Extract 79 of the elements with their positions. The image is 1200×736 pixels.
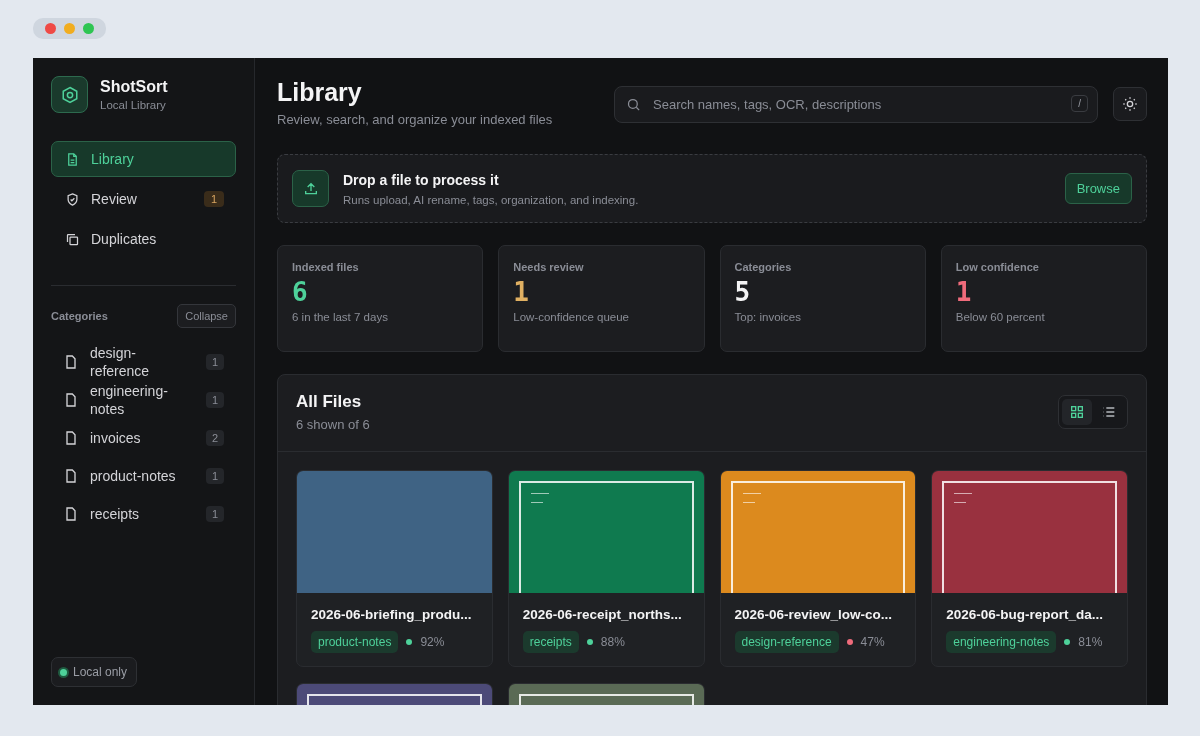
stat-value: 1 xyxy=(955,277,973,307)
confidence-value: 47% xyxy=(860,635,885,649)
file-card[interactable]: 2026-06-receipt_norths... receipts 88% xyxy=(507,470,705,667)
stat-label: Needs review xyxy=(513,261,585,273)
stat-value: 6 xyxy=(292,277,309,307)
drop-zone[interactable]: Drop a file to process it Runs upload, AI rename, tags, organization, and indexing. Browse xyxy=(277,154,1147,223)
nav-item[interactable]: Duplicates xyxy=(51,221,236,257)
collapse-button[interactable]: Collapse xyxy=(177,304,236,328)
stat-label: Low confidence xyxy=(955,261,1040,273)
confidence-value: 88% xyxy=(600,635,625,649)
sun-icon xyxy=(1122,96,1138,112)
category-label: engineering-notes xyxy=(90,382,169,418)
browse-button[interactable]: Browse xyxy=(1064,173,1132,204)
stat-note: Low-confidence queue xyxy=(513,311,630,323)
file-name: 2026-06-review_low-co... xyxy=(734,607,894,622)
category-tag[interactable]: product-notes xyxy=(311,631,399,653)
nav-label: Review xyxy=(91,191,138,207)
category-tag[interactable]: receipts xyxy=(522,631,579,653)
file-icon xyxy=(63,354,79,370)
nav-label: Duplicates xyxy=(91,231,158,247)
confidence-value: 92% xyxy=(420,635,445,649)
stat-label: Categories xyxy=(734,261,793,273)
hexagon-logo-icon xyxy=(51,76,88,113)
nav-label: Library xyxy=(91,151,135,167)
file-card[interactable]: 2026-06-bug-report_da... engineering-notes 81% xyxy=(931,470,1128,667)
stat-value: 5 xyxy=(734,277,752,307)
grid-view-button[interactable] xyxy=(1062,399,1092,425)
category-item[interactable]: receipts 1 xyxy=(51,496,236,532)
stat-value: 1 xyxy=(513,277,530,307)
category-label: product-notes xyxy=(90,467,177,485)
panel-title: All Files xyxy=(296,392,363,412)
app-name: ShotSort xyxy=(100,78,168,96)
grid-icon xyxy=(1069,404,1085,420)
file-name: 2026-06-bug-report_da... xyxy=(946,607,1105,622)
confidence-value: 81% xyxy=(1078,635,1103,649)
drop-title: Drop a file to process it xyxy=(343,171,500,188)
theme-toggle-button[interactable] xyxy=(1113,87,1147,121)
file-icon xyxy=(63,506,79,522)
count-badge: 1 xyxy=(205,506,224,522)
count-badge: 1 xyxy=(205,392,224,408)
count-badge: 2 xyxy=(205,430,224,446)
count-badge: 1 xyxy=(205,354,224,370)
shortcut-key: / xyxy=(1071,95,1088,112)
category-tag[interactable]: design-reference xyxy=(734,631,839,653)
window-controls[interactable] xyxy=(33,18,106,39)
category-item[interactable]: engineering-notes 1 xyxy=(51,382,236,418)
file-icon xyxy=(63,468,79,484)
count-badge: 1 xyxy=(205,468,224,484)
section-title: Categories xyxy=(51,310,108,322)
page-title: Library xyxy=(277,78,363,107)
document-icon xyxy=(65,151,80,167)
category-tag[interactable]: engineering-notes xyxy=(946,631,1057,653)
category-item[interactable]: product-notes 1 xyxy=(51,458,236,494)
stat-label: Indexed files xyxy=(292,261,360,273)
file-icon xyxy=(63,430,79,446)
nav-item[interactable]: Review 1 xyxy=(51,181,236,217)
nav-item[interactable]: Library xyxy=(51,141,236,177)
stat-note: Below 60 percent xyxy=(955,311,1046,323)
category-item[interactable]: design-reference 1 xyxy=(51,344,236,380)
file-name: 2026-06-briefing_produ... xyxy=(311,607,473,622)
app-subtitle: Local Library xyxy=(100,99,167,111)
drop-description: Runs upload, AI rename, tags, organization, and indexing. xyxy=(343,193,640,206)
file-name: 2026-06-receipt_norths... xyxy=(522,607,683,622)
file-icon xyxy=(63,392,79,408)
page-subtitle: Review, search, and organize your indexed files xyxy=(277,112,554,127)
panel-subtitle: 6 shown of 6 xyxy=(296,417,370,432)
category-label: receipts xyxy=(90,505,141,523)
stat-note: Top: invoices xyxy=(734,311,802,323)
status-label: Local only xyxy=(73,665,128,679)
file-card[interactable]: 2026-06-review_low-co... design-reference 47% xyxy=(719,470,917,667)
category-item[interactable]: invoices 2 xyxy=(51,420,236,456)
category-label: invoices xyxy=(90,429,142,447)
copy-icon xyxy=(65,231,80,247)
search-icon xyxy=(626,97,641,112)
upload-icon xyxy=(292,170,329,207)
count-badge: 1 xyxy=(203,191,224,207)
stat-note: 6 in the last 7 days xyxy=(292,311,389,323)
file-card[interactable]: 2026-06-briefing_produ... product-notes 92% xyxy=(296,470,493,667)
shield-icon xyxy=(65,191,80,207)
